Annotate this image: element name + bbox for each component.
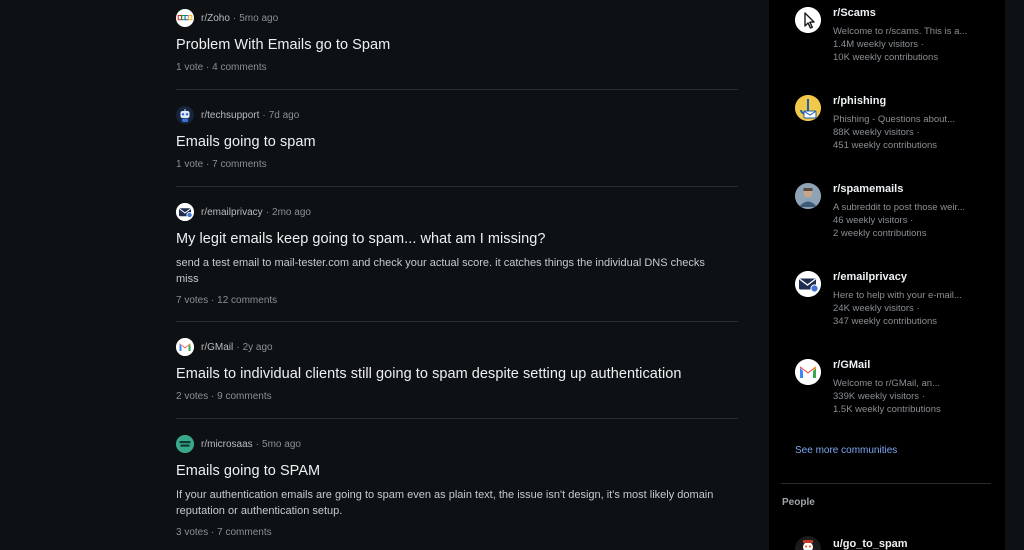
community-contributions: 2 weekly contributions xyxy=(833,228,927,239)
post-card[interactable]: r/Zoho · 5mo ago Problem With Emails go … xyxy=(176,0,738,90)
user-avatar-icon xyxy=(795,536,821,550)
envelope-icon xyxy=(795,271,821,297)
post-age: 2y ago xyxy=(242,341,273,353)
separator-dot: · xyxy=(262,109,266,121)
community-name[interactable]: r/spamemails xyxy=(833,183,993,196)
microsaas-icon[interactable] xyxy=(176,435,194,453)
post-meta: r/GMail · 2y ago xyxy=(176,338,738,356)
community-text: r/emailprivacy Here to help with your e-… xyxy=(833,271,993,327)
techsupport-robot-icon[interactable] xyxy=(176,106,194,124)
community-contributions: 451 weekly contributions xyxy=(833,140,938,151)
sidebar-divider xyxy=(781,483,991,484)
community-name[interactable]: r/phishing xyxy=(833,95,993,108)
spamemails-photo-icon xyxy=(795,183,821,209)
post-title[interactable]: Emails going to SPAM xyxy=(176,462,738,480)
subreddit-link[interactable]: r/microsaas xyxy=(201,439,253,450)
post-stats: 3 votes · 7 comments xyxy=(176,527,272,538)
post-age: 5mo ago xyxy=(262,438,301,450)
subreddit-link[interactable]: r/Zoho xyxy=(201,13,230,24)
gmail-icon[interactable] xyxy=(176,338,194,356)
community-visitors: 1.4M weekly visitors · xyxy=(833,39,924,50)
zoho-icon[interactable] xyxy=(176,9,194,27)
post-card[interactable]: r/emailprivacy · 2mo ago My legit emails… xyxy=(176,187,738,322)
post-title[interactable]: Emails going to spam xyxy=(176,133,738,151)
separator-dot: · xyxy=(232,12,237,24)
community-text: r/phishing Phishing - Questions about...… xyxy=(833,95,993,151)
people-heading: People xyxy=(782,497,815,508)
communities-sidebar: r/Scams Welcome to r/scams. This is a...… xyxy=(769,0,1005,550)
community-text: r/GMail Welcome to r/GMail, an... 339K w… xyxy=(833,359,993,415)
post-snippet: send a test email to mail-tester.com and… xyxy=(176,257,705,285)
cursor-arrow-icon xyxy=(795,7,821,33)
envelope-icon[interactable] xyxy=(176,203,194,221)
post-feed: r/Zoho · 5mo ago Problem With Emails go … xyxy=(176,0,738,550)
post-meta: r/emailprivacy · 2mo ago xyxy=(176,203,738,221)
post-card[interactable]: r/techsupport · 7d ago Emails going to s… xyxy=(176,90,738,187)
community-name[interactable]: r/emailprivacy xyxy=(833,271,993,284)
community-name[interactable]: r/Scams xyxy=(833,7,993,20)
community-visitors: 339K weekly visitors · xyxy=(833,391,925,402)
community-description: Here to help with your e-mail... xyxy=(833,290,962,301)
subreddit-link[interactable]: r/GMail xyxy=(201,342,233,353)
person-username[interactable]: u/go_to_spam xyxy=(833,538,908,550)
post-card[interactable]: r/microsaas · 5mo ago Emails going to SP… xyxy=(176,419,738,550)
post-card[interactable]: r/GMail · 2y ago Emails to individual cl… xyxy=(176,322,738,419)
see-more-communities-link[interactable]: See more communities xyxy=(795,445,897,456)
post-stats: 1 vote · 7 comments xyxy=(176,159,267,170)
post-age: 5mo ago xyxy=(239,12,279,24)
post-title[interactable]: Emails to individual clients still going… xyxy=(176,365,738,383)
community-description: Phishing - Questions about... xyxy=(833,114,955,125)
community-description: Welcome to r/GMail, an... xyxy=(833,378,940,389)
separator-dot: · xyxy=(265,206,270,218)
person-item[interactable]: u/go_to_spam xyxy=(795,536,995,550)
subreddit-link[interactable]: r/emailprivacy xyxy=(201,207,263,218)
community-contributions: 10K weekly contributions xyxy=(833,52,939,63)
subreddit-link[interactable]: r/techsupport xyxy=(201,110,259,121)
community-description: Welcome to r/scams. This is a... xyxy=(833,26,968,37)
community-text: r/spamemails A subreddit to post those w… xyxy=(833,183,993,239)
post-title[interactable]: Problem With Emails go to Spam xyxy=(176,36,738,54)
separator-dot: · xyxy=(236,341,240,353)
post-title[interactable]: My legit emails keep going to spam... wh… xyxy=(176,230,738,248)
gmail-icon xyxy=(795,359,821,385)
post-age: 2mo ago xyxy=(272,206,311,218)
community-visitors: 46 weekly visitors · xyxy=(833,215,914,226)
separator-dot: · xyxy=(255,438,260,450)
post-stats: 7 votes · 12 comments xyxy=(176,295,278,306)
community-visitors: 88K weekly visitors · xyxy=(833,127,920,138)
community-description: A subreddit to post those weir... xyxy=(833,202,966,213)
post-meta: r/techsupport · 7d ago xyxy=(176,106,738,124)
post-stats: 2 votes · 9 comments xyxy=(176,391,272,402)
post-meta: r/Zoho · 5mo ago xyxy=(176,9,738,27)
post-meta: r/microsaas · 5mo ago xyxy=(176,435,738,453)
community-name[interactable]: r/GMail xyxy=(833,359,993,372)
post-age: 7d ago xyxy=(268,109,300,121)
community-visitors: 24K weekly visitors · xyxy=(833,303,920,314)
phishing-hook-icon xyxy=(795,95,821,121)
post-snippet: If your authentication emails are going … xyxy=(176,489,714,517)
community-contributions: 347 weekly contributions xyxy=(833,316,938,327)
post-stats: 1 vote · 4 comments xyxy=(176,62,267,73)
community-text: r/Scams Welcome to r/scams. This is a...… xyxy=(833,7,993,63)
community-contributions: 1.5K weekly contributions xyxy=(833,404,941,415)
search-results-page: r/Zoho · 5mo ago Problem With Emails go … xyxy=(0,0,1024,550)
